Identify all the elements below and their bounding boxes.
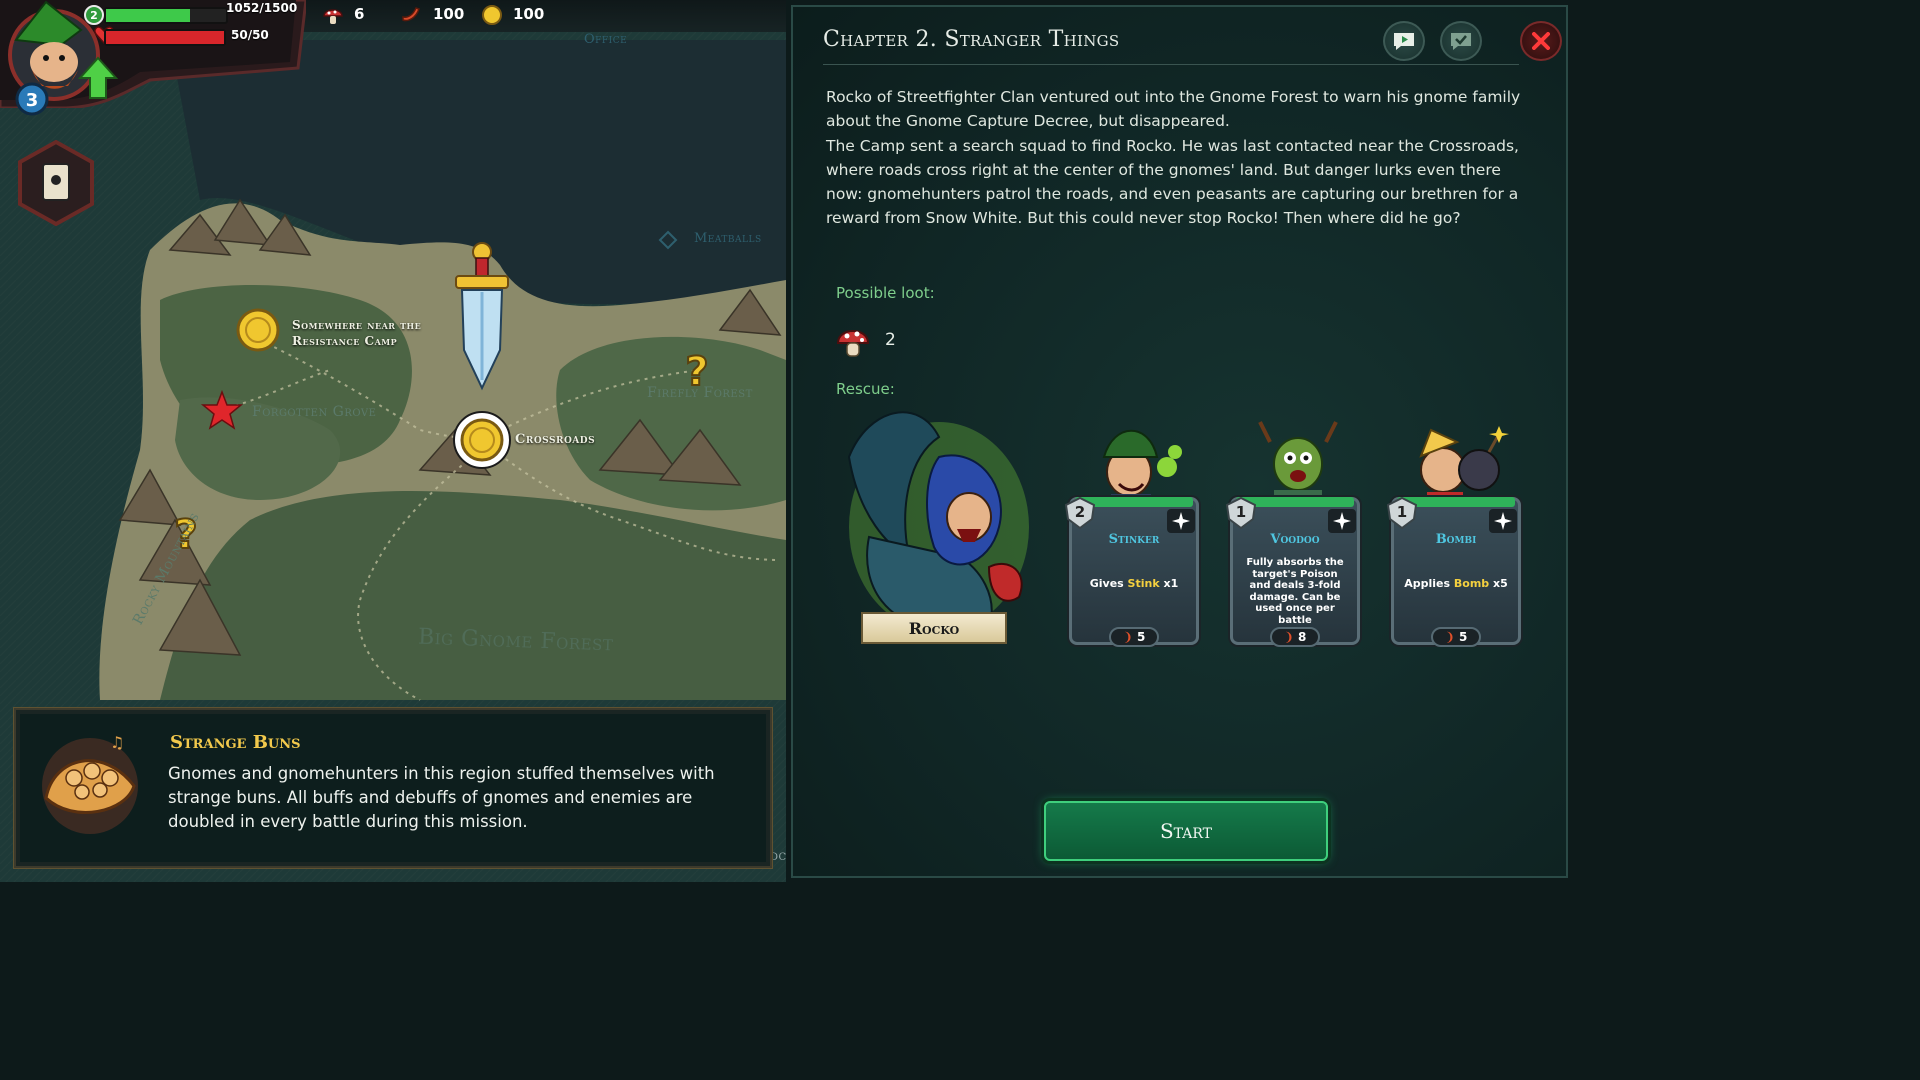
level-up-arrow-icon[interactable]: [78, 56, 118, 100]
world-map[interactable]: ? ? Office Meatballs Somewhere near the …: [0, 0, 786, 882]
card-description: Fully absorbs the target's Poison and de…: [1242, 557, 1348, 626]
card-description: Gives Stink x1: [1081, 578, 1187, 590]
card-bombi[interactable]: 1 Bombi Applies Bomb x5 ❩ 5: [1387, 412, 1521, 647]
close-icon: [1532, 32, 1550, 50]
card-cost-value: 8: [1297, 630, 1307, 644]
rescue-label: Rescue:: [836, 380, 895, 398]
card-cost-value: 5: [1458, 630, 1468, 644]
voodoo-gnome-art: [1258, 421, 1338, 507]
map-label-edge: DC: [770, 852, 786, 863]
card-cost: ❩ 5: [1109, 627, 1159, 647]
card-desc-suffix: x1: [1159, 577, 1179, 590]
card-desc-text: Gives: [1089, 577, 1128, 590]
story-paragraph-1: Rocko of Streetfighter Clan ventured out…: [826, 88, 1521, 131]
card-upgrade-star-icon: [1489, 509, 1517, 533]
map-label-resistance-camp[interactable]: Somewhere near the Resistance Camp: [292, 317, 442, 349]
skip-dialogue-button[interactable]: [1440, 21, 1482, 61]
loot-count: 2: [885, 330, 896, 350]
sausages-count: 100: [433, 5, 465, 23]
card-stinker[interactable]: 2 Stinker Gives Stink x1 ❩ 5: [1065, 412, 1199, 647]
cards-badge-icon[interactable]: 3: [14, 82, 50, 116]
xp-bar: [104, 7, 228, 24]
mushroom-token-loot-icon[interactable]: [835, 323, 871, 359]
map-label-meatballs: Meatballs: [694, 231, 762, 246]
xp-bar-fill: [106, 9, 190, 22]
chapter-story: Rocko of Streetfighter Clan ventured out…: [826, 85, 1541, 231]
card-desc-text: Fully absorbs the target's Poison and de…: [1246, 557, 1344, 626]
card-voodoo[interactable]: 1 Voodoo Fully absorbs the target's Pois…: [1226, 412, 1360, 647]
bombi-gnome-art: [1419, 426, 1509, 507]
coin-marker-resistance: [236, 308, 280, 352]
story-paragraph-2: The Camp sent a search squad to find Roc…: [826, 136, 1519, 228]
mission-title: Strange Buns: [170, 732, 301, 753]
hp-bar-fill: [106, 31, 224, 44]
map-label-firefly-forest: Firefly Forest: [647, 385, 753, 401]
card-name: Stinker: [1108, 532, 1160, 547]
map-label-crossroads[interactable]: Crossroads: [515, 432, 595, 448]
start-button[interactable]: Start: [1044, 801, 1328, 861]
rocko-portrait[interactable]: [829, 397, 1039, 647]
card-level-shield-icon: [1226, 497, 1256, 529]
strange-buns-icon: ♫: [42, 733, 138, 834]
card-cost: ❩ 5: [1431, 627, 1481, 647]
play-dialogue-button[interactable]: [1383, 21, 1425, 61]
tokens-count: 6: [354, 5, 365, 23]
chapter-panel: Chapter 2. Stranger Things Rocko of Stre…: [791, 5, 1568, 878]
title-divider: [823, 64, 1519, 65]
card-name: Voodoo: [1270, 532, 1320, 547]
mission-description: Gnomes and gnomehunters in this region s…: [168, 764, 715, 831]
svg-text:♫: ♫: [110, 733, 124, 752]
sausage-icon: ❩: [1444, 630, 1455, 644]
map-label-forgotten-grove: Forgotten Grove: [252, 404, 377, 420]
mushroom-token-icon: [323, 9, 343, 24]
card-upgrade-star-icon: [1328, 509, 1356, 533]
xp-text: 1052/1500: [226, 1, 298, 15]
cards-badge-count: 3: [26, 90, 39, 111]
card-cost: ❩ 8: [1270, 627, 1320, 647]
rocko-name-banner: Rocko: [861, 612, 1007, 644]
stinker-gnome-art: [1102, 429, 1182, 507]
card-level-shield-icon: [1387, 497, 1417, 529]
card-description: Applies Bomb x5: [1403, 578, 1509, 590]
sausage-icon: ❩: [1122, 630, 1133, 644]
close-button[interactable]: [1520, 21, 1562, 61]
card-level-shield-icon: [1065, 497, 1095, 529]
card-upgrade-star-icon: [1167, 509, 1195, 533]
hp-text: 50/50: [231, 28, 269, 42]
chapter-title: Chapter 2. Stranger Things: [823, 27, 1120, 52]
card-deck-button[interactable]: [16, 140, 96, 226]
coin-marker-crossroads: [453, 411, 511, 469]
card-desc-keyword: Bomb: [1453, 577, 1490, 590]
card-name: Bombi: [1435, 532, 1477, 547]
coin-icon: [482, 5, 502, 25]
card-desc-text: Applies: [1404, 577, 1454, 590]
card-desc-keyword: Stink: [1127, 577, 1160, 590]
player-level-number: 2: [90, 9, 98, 22]
mission-modifier-panel: ♫ Strange Buns Gnomes and gnomehunters i…: [14, 708, 772, 868]
card-cost-value: 5: [1136, 630, 1146, 644]
possible-loot-label: Possible loot:: [836, 284, 935, 302]
sausage-icon: [402, 7, 420, 22]
coins-count: 100: [513, 5, 545, 23]
hp-bar: [104, 29, 226, 46]
sausage-icon: ❩: [1283, 630, 1294, 644]
map-label-office: Office: [584, 32, 628, 47]
speech-check-icon: [1451, 33, 1471, 50]
card-desc-suffix: x5: [1489, 577, 1508, 590]
speech-play-icon: [1394, 33, 1414, 50]
player-level-badge: 2: [84, 5, 104, 25]
